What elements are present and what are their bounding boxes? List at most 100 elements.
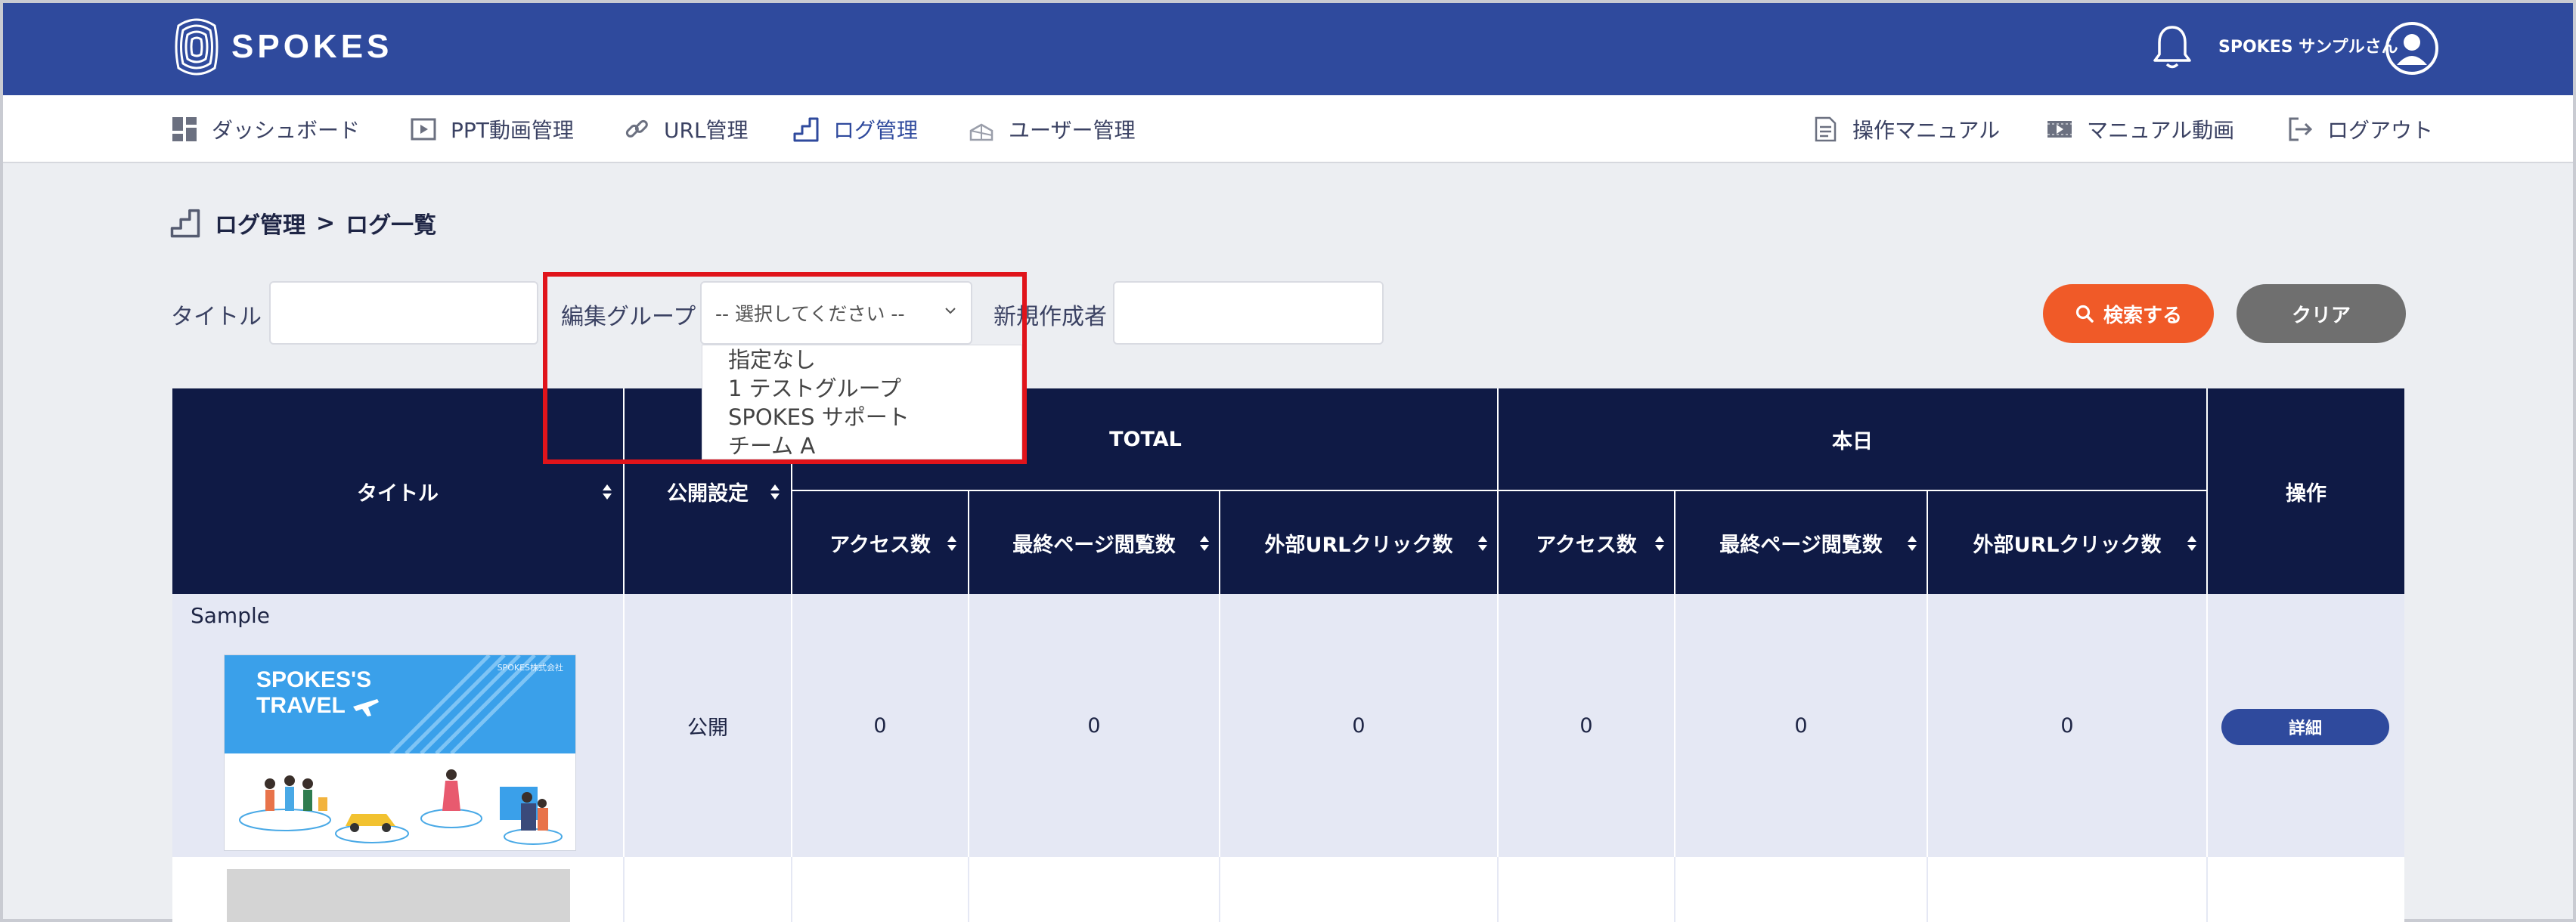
title-filter-label: タイトル	[171, 304, 262, 330]
top-header: SPOKES SPOKES サンプルさん	[3, 3, 2573, 95]
nav-manual[interactable]: 操作マニュアル	[1812, 95, 2000, 163]
title-filter-input[interactable]	[269, 281, 538, 345]
video-thumbnail[interactable]: SPOKES'S TRAVEL SPOKES株式会社	[224, 654, 576, 851]
stairs-icon	[793, 117, 819, 142]
breadcrumb-separator: >	[316, 209, 336, 237]
th-total-lastpage[interactable]: 最終ページ閲覧数	[969, 491, 1219, 594]
col-divider	[623, 857, 625, 922]
search-button[interactable]: 検索する	[2043, 284, 2214, 343]
sort-icon[interactable]	[1477, 535, 1488, 552]
th-total-access-label: アクセス数	[829, 533, 931, 557]
creator-filter-label: 新規作成者	[994, 304, 1107, 330]
th-action-label: 操作	[2286, 481, 2326, 506]
sort-icon[interactable]	[770, 484, 780, 500]
cell-today-lastpage: 0	[1794, 713, 1808, 738]
th-today-group: 本日	[1499, 388, 2206, 490]
table-header: タイトル 公開設定 TOTAL 本日 操作 アクセス数 最終ページ閲覧数 外部U…	[172, 388, 2404, 594]
video-thumbnail[interactable]	[227, 869, 570, 922]
user-name[interactable]: SPOKES サンプルさん	[2218, 33, 2398, 57]
breadcrumb: ログ管理 > ログ一覧	[169, 204, 436, 242]
cell-total-urlclick: 0	[1352, 713, 1365, 738]
bell-icon[interactable]	[2150, 23, 2194, 71]
sort-icon[interactable]	[1199, 535, 1210, 552]
sort-icon[interactable]	[1907, 535, 1917, 552]
logo[interactable]: SPOKES	[172, 11, 392, 83]
dashboard-icon	[172, 117, 197, 141]
document-icon	[1815, 116, 1837, 142]
sort-icon[interactable]	[947, 535, 957, 552]
search-button-label: 検索する	[2103, 303, 2182, 326]
col-divider	[2206, 857, 2208, 922]
group-option[interactable]: SPOKES サポート	[702, 403, 1021, 432]
thumbnail-company: SPOKES株式会社	[497, 663, 563, 673]
sort-icon[interactable]	[602, 484, 612, 500]
cell-today-urlclick: 0	[2060, 713, 2074, 738]
stairs-icon	[170, 209, 200, 238]
table-row	[172, 857, 2404, 922]
link-icon	[625, 119, 648, 138]
nav-log-label: ログ管理	[833, 118, 919, 143]
detail-button[interactable]: 詳細	[2221, 709, 2389, 745]
table-row: Sample SPOKES'S TRAVEL SPOKES株式会社 公開 0 0…	[172, 594, 2404, 857]
creator-filter-input[interactable]	[1113, 281, 1384, 345]
th-total-group-label: TOTAL	[1109, 427, 1182, 451]
group-filter-label: 編集グループ	[561, 304, 696, 330]
users-icon	[969, 123, 994, 141]
group-option[interactable]: 指定なし	[702, 345, 1021, 374]
col-divider	[1927, 857, 1928, 922]
col-divider	[1497, 857, 1499, 922]
thumbnail-title-line2: TRAVEL	[256, 693, 346, 718]
group-select[interactable]: -- 選択してください --	[700, 281, 972, 345]
clear-button[interactable]: クリア	[2237, 284, 2406, 343]
col-divider	[791, 857, 792, 922]
main-nav: ダッシュボード PPT動画管理 URL管理 ログ管理 ユーザー管理 操作マニュア…	[3, 95, 2573, 163]
col-divider	[2206, 594, 2208, 857]
nav-log[interactable]: ログ管理	[792, 95, 918, 163]
thumbnail-title: SPOKES'S TRAVEL	[256, 667, 380, 719]
clear-button-label: クリア	[2291, 303, 2351, 326]
cell-total-lastpage: 0	[1087, 713, 1101, 738]
th-public-label: 公開設定	[667, 481, 749, 506]
th-today-urlclick[interactable]: 外部URLクリック数	[1928, 491, 2206, 594]
nav-url[interactable]: URL管理	[623, 95, 749, 163]
nav-manual-video-label: マニュアル動画	[2087, 118, 2235, 143]
th-today-urlclick-label: 外部URLクリック数	[1973, 533, 2162, 557]
cell-total-access: 0	[873, 713, 887, 738]
th-total-lastpage-label: 最終ページ閲覧数	[1012, 533, 1176, 557]
group-select-value: -- 選択してください --	[715, 303, 905, 325]
nav-ppt-video-label: PPT動画管理	[451, 118, 574, 143]
chevron-down-icon	[945, 308, 956, 314]
logout-icon	[2289, 117, 2313, 141]
group-option[interactable]: チーム A	[702, 432, 1021, 460]
th-title[interactable]: タイトル	[172, 388, 623, 594]
thumbnail-title-line1: SPOKES'S	[256, 667, 372, 692]
nav-users[interactable]: ユーザー管理	[968, 95, 1135, 163]
row-title[interactable]: Sample	[191, 603, 270, 628]
th-title-label: タイトル	[357, 481, 439, 506]
th-today-access-label: アクセス数	[1536, 533, 1637, 557]
th-today-lastpage-label: 最終ページ閲覧数	[1719, 533, 1883, 557]
th-total-urlclick-label: 外部URLクリック数	[1264, 533, 1453, 557]
nav-url-label: URL管理	[664, 118, 749, 143]
sort-icon[interactable]	[1654, 535, 1665, 552]
nav-manual-video[interactable]: マニュアル動画	[2046, 95, 2234, 163]
group-dropdown: 指定なし 1 テストグループ SPOKES サポート チーム A	[702, 345, 1022, 459]
nav-logout-label: ログアウト	[2327, 118, 2434, 143]
nav-dashboard-label: ダッシュボード	[212, 118, 361, 143]
sort-icon[interactable]	[2187, 535, 2197, 552]
group-option[interactable]: 1 テストグループ	[702, 374, 1021, 403]
cell-public: 公開	[687, 716, 728, 740]
nav-ppt-video[interactable]: PPT動画管理	[410, 95, 574, 163]
nav-logout[interactable]: ログアウト	[2286, 95, 2433, 163]
nav-manual-label: 操作マニュアル	[1852, 118, 2001, 143]
breadcrumb-parent[interactable]: ログ管理	[215, 206, 305, 240]
th-total-urlclick[interactable]: 外部URLクリック数	[1220, 491, 1497, 594]
detail-button-label: 詳細	[2288, 719, 2322, 738]
video-icon	[2047, 121, 2072, 138]
th-today-lastpage[interactable]: 最終ページ閲覧数	[1675, 491, 1927, 594]
th-total-access[interactable]: アクセス数	[792, 491, 968, 594]
th-today-access[interactable]: アクセス数	[1499, 491, 1674, 594]
user-avatar-icon[interactable]	[2385, 21, 2439, 76]
col-divider	[1219, 857, 1220, 922]
nav-dashboard[interactable]: ダッシュボード	[171, 95, 360, 163]
